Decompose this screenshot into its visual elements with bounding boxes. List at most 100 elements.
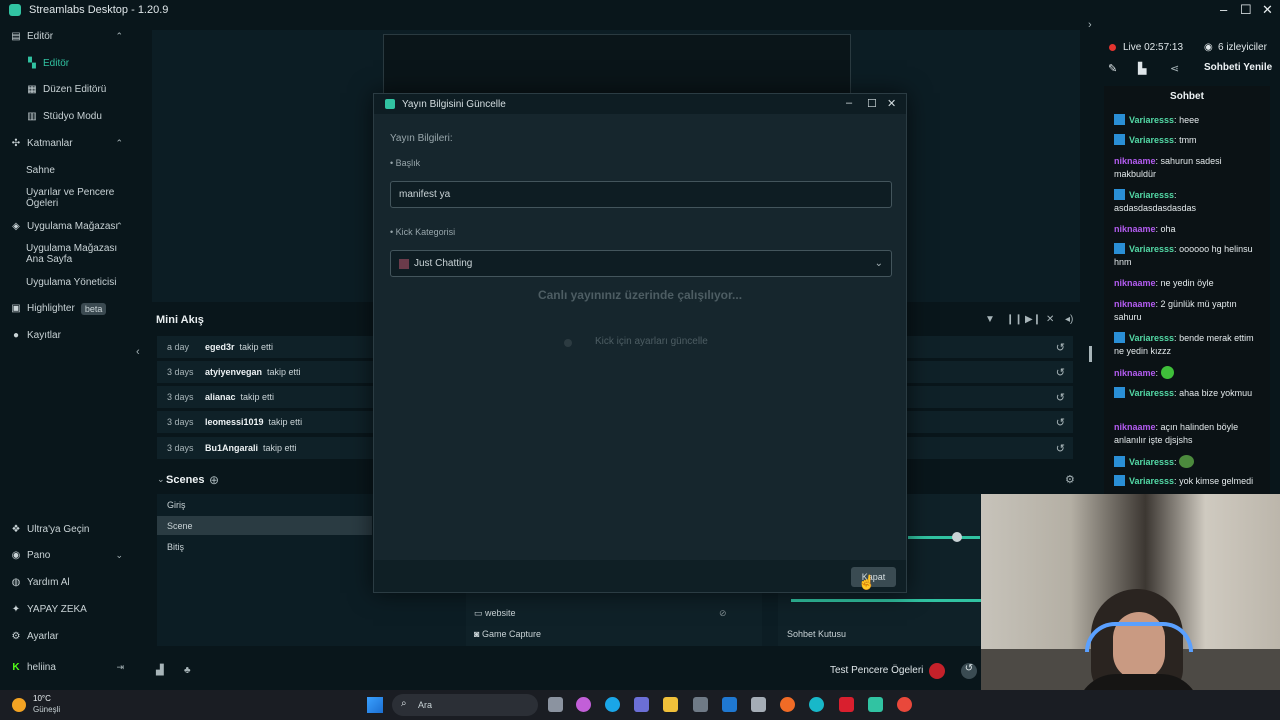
- edit-icon[interactable]: ✎: [1108, 62, 1117, 75]
- sidebar-item-studio-mode[interactable]: ▥ Stüdyo Modu: [0, 111, 133, 123]
- skip-icon[interactable]: ▶❙: [1025, 314, 1041, 325]
- chat-user: niknaame: [1114, 422, 1156, 432]
- chevron-down-icon[interactable]: ⌄: [157, 474, 165, 485]
- highlighter-icon: ▣: [11, 303, 21, 314]
- chevron-up-icon[interactable]: ⌃: [115, 221, 123, 232]
- popout-icon[interactable]: ▙: [1138, 62, 1146, 75]
- start-icon[interactable]: [367, 697, 383, 713]
- app-icon[interactable]: [751, 697, 766, 712]
- app-icon[interactable]: [839, 697, 854, 712]
- source-item[interactable]: ▭ website: [474, 608, 516, 619]
- sidebar-item-layout-editor[interactable]: ▦ Düzen Editörü: [0, 84, 133, 96]
- sidebar-group-app-store[interactable]: ◈ Uygulama Mağazası ⌃: [0, 221, 133, 233]
- collapse-right-icon[interactable]: ›: [1088, 19, 1092, 31]
- app-logo-icon: [385, 99, 395, 109]
- close-icon[interactable]: ✕: [1262, 2, 1273, 18]
- record-button[interactable]: [929, 663, 945, 679]
- scene-item-selected[interactable]: Scene: [157, 516, 372, 535]
- sidebar-item-editor[interactable]: ▚ Editör: [0, 58, 133, 70]
- store-icon[interactable]: [693, 697, 708, 712]
- stats-icon[interactable]: ▟: [156, 665, 164, 676]
- outlook-icon[interactable]: [722, 697, 737, 712]
- volume-slider-handle[interactable]: [952, 532, 962, 542]
- streamlabs-icon[interactable]: [868, 697, 883, 712]
- sidebar-item-ultra[interactable]: ❖ Ultra'ya Geçin: [0, 524, 133, 536]
- eye-icon: ◉: [1204, 42, 1213, 53]
- chevron-up-icon[interactable]: ⌃: [115, 31, 123, 42]
- minimize-icon[interactable]: –: [846, 97, 852, 109]
- maximize-icon[interactable]: ☐: [867, 97, 877, 110]
- scene-item[interactable]: Giriş: [157, 495, 372, 514]
- sidebar-item-app-store-home[interactable]: Uygulama Mağazası Ana Sayfa: [0, 243, 133, 265]
- title-input[interactable]: manifest ya: [390, 181, 892, 208]
- chat-message: Variaresss: yok kimse gelmedi: [1114, 475, 1254, 488]
- teams-icon[interactable]: [634, 697, 649, 712]
- pause-icon[interactable]: ❙❙: [1006, 314, 1023, 325]
- sidebar-item-label: Sahne: [26, 165, 55, 176]
- app-icon[interactable]: [809, 697, 824, 712]
- firefox-icon[interactable]: [780, 697, 795, 712]
- sidebar-group-editor[interactable]: ▤ Editör ⌃: [0, 31, 133, 43]
- sidebar-item-label: YAPAY ZEKA: [27, 604, 87, 615]
- close-icon[interactable]: ✕: [887, 97, 896, 110]
- category-select[interactable]: Just Chatting ⌄: [390, 250, 892, 277]
- kick-logo-icon: K: [12, 662, 20, 673]
- visibility-icon[interactable]: ⊘: [719, 608, 727, 619]
- feed-user: atyiyenvegan: [205, 367, 263, 377]
- sidebar-item-dashboard[interactable]: ◉ Pano ⌄: [0, 550, 133, 562]
- taskbar-search[interactable]: ⌕ Ara: [392, 694, 538, 716]
- scene-label: Bitiş: [167, 541, 185, 552]
- chevron-down-icon[interactable]: ⌄: [115, 550, 123, 561]
- replay-icon[interactable]: ↺: [1056, 416, 1065, 429]
- chevron-up-icon[interactable]: ⌃: [115, 138, 123, 149]
- replay-buffer-icon[interactable]: ↺: [961, 663, 977, 679]
- edge-icon[interactable]: [605, 697, 620, 712]
- scrollbar-thumb[interactable]: [1089, 346, 1092, 362]
- chat-message: niknaame: oha: [1114, 224, 1176, 234]
- source-item[interactable]: ◙ Game Capture: [474, 629, 541, 639]
- notification-bell-icon[interactable]: ♣: [184, 665, 191, 676]
- sidebar-item-highlighter[interactable]: ▣ Highlighter beta: [0, 303, 133, 315]
- replay-icon[interactable]: ↺: [1056, 341, 1065, 354]
- sidebar-item-label: Pano: [27, 550, 51, 561]
- file-explorer-icon[interactable]: [663, 697, 678, 712]
- chevron-down-icon[interactable]: ⌄: [875, 258, 883, 269]
- copilot-icon[interactable]: [576, 697, 591, 712]
- sidebar-group-layers[interactable]: ✣ Katmanlar ⌃: [0, 138, 133, 150]
- sidebar-item-app-manager[interactable]: Uygulama Yöneticisi: [0, 277, 133, 288]
- filter-icon[interactable]: ▼: [985, 314, 995, 325]
- gear-icon[interactable]: ⚙: [1065, 473, 1075, 486]
- source-label: website: [485, 608, 516, 618]
- replay-icon[interactable]: ↺: [1056, 391, 1065, 404]
- test-widgets-button[interactable]: Test Pencere Ögeleri: [830, 665, 923, 676]
- maximize-icon[interactable]: ☐: [1240, 2, 1252, 18]
- sidebar-item-recordings[interactable]: ● Kayıtlar: [0, 330, 133, 342]
- minimize-icon[interactable]: –: [1220, 2, 1227, 17]
- logout-icon[interactable]: ⇥: [116, 662, 124, 673]
- share-icon[interactable]: ⋖: [1170, 62, 1179, 75]
- chat-user: Variaresss: [1129, 333, 1175, 343]
- category-thumb-icon: [399, 258, 409, 269]
- sidebar-item-settings[interactable]: ⚙ Ayarlar: [0, 631, 133, 643]
- refresh-chat-button[interactable]: Sohbeti Yenile: [1204, 62, 1272, 73]
- kick-badge-icon: [1114, 332, 1125, 343]
- step-spinner-icon: [564, 339, 572, 347]
- replay-icon[interactable]: ↺: [1056, 442, 1065, 455]
- replay-icon[interactable]: ↺: [1056, 366, 1065, 379]
- mouse-cursor: ☝: [858, 574, 876, 590]
- sidebar-item-alerts[interactable]: Uyarılar ve Pencere Ögeleri: [0, 187, 133, 209]
- task-view-icon[interactable]: [548, 697, 563, 712]
- volume-icon[interactable]: ◂): [1065, 314, 1073, 325]
- mute-alerts-icon[interactable]: ✕: [1046, 314, 1054, 325]
- collapse-left-icon[interactable]: ‹: [136, 346, 140, 358]
- scene-item[interactable]: Bitiş: [157, 537, 372, 556]
- add-scene-icon[interactable]: ⊕: [209, 473, 219, 487]
- feed-action: takip etti: [240, 392, 275, 402]
- sidebar-user[interactable]: K heliina ⇥: [0, 662, 133, 674]
- sidebar-item-ai[interactable]: ✦ YAPAY ZEKA: [0, 604, 133, 616]
- chat-panel: Sohbet Variaresss: heee Variaresss: tmm …: [1104, 86, 1270, 495]
- title-label: • Başlık: [390, 158, 421, 168]
- sidebar-item-help[interactable]: ◍ Yardım Al: [0, 577, 133, 589]
- chrome-icon[interactable]: [897, 697, 912, 712]
- sidebar-item-scene[interactable]: Sahne: [0, 165, 133, 176]
